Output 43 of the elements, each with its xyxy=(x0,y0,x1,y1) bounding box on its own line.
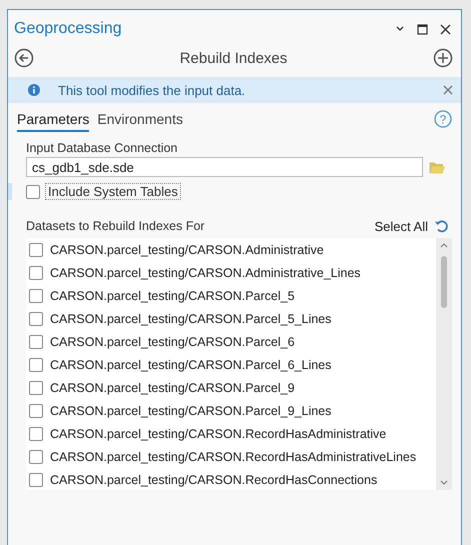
scroll-up-icon[interactable] xyxy=(440,242,448,248)
dataset-label[interactable]: CARSON.parcel_testing/CARSON.Parcel_6 xyxy=(50,334,295,348)
database-connection-field[interactable]: cs_gdb1_sde.sde xyxy=(26,157,423,177)
dataset-label[interactable]: CARSON.parcel_testing/CARSON.Parcel_5 xyxy=(50,288,295,302)
checkbox[interactable] xyxy=(29,334,43,348)
checkbox[interactable] xyxy=(29,426,43,440)
dataset-label[interactable]: CARSON.parcel_testing/CARSON.Parcel_9 xyxy=(50,380,295,394)
back-icon[interactable] xyxy=(14,48,34,68)
dataset-label[interactable]: CARSON.parcel_testing/CARSON.RecordHasAdministrativeLines xyxy=(50,450,416,464)
dataset-label[interactable]: CARSON.parcel_testing/CARSON.Parcel_5_Lines xyxy=(50,312,332,326)
scrollbar[interactable] xyxy=(436,238,452,490)
dataset-label[interactable]: CARSON.parcel_testing/CARSON.Parcel_9_Lines xyxy=(50,404,332,418)
checkbox[interactable] xyxy=(29,450,43,464)
window-title: Geoprocessing xyxy=(14,20,122,38)
scroll-down-icon[interactable] xyxy=(440,480,448,486)
dataset-label[interactable]: CARSON.parcel_testing/CARSON.Administrative xyxy=(50,242,324,256)
checkbox[interactable] xyxy=(29,266,43,280)
checkbox[interactable] xyxy=(29,358,43,372)
dataset-label[interactable]: CARSON.parcel_testing/CARSON.RecordHasConnections xyxy=(50,472,378,486)
tab[interactable]: Parameters xyxy=(17,111,90,132)
select-all-link[interactable]: Select All xyxy=(374,218,428,234)
checkbox[interactable] xyxy=(29,404,43,418)
info-icon xyxy=(28,84,40,96)
maximize-icon[interactable] xyxy=(417,24,428,34)
info-message: This tool modifies the input data. xyxy=(58,82,246,98)
add-icon[interactable] xyxy=(432,48,453,68)
checkbox[interactable] xyxy=(29,380,43,394)
checkbox[interactable] xyxy=(29,312,43,326)
dataset-label[interactable]: CARSON.parcel_testing/CARSON.RecordHasAdministrative xyxy=(50,426,386,440)
dataset-label[interactable]: CARSON.parcel_testing/CARSON.Administrative_Lines xyxy=(50,266,361,280)
tab[interactable]: Environments xyxy=(97,111,183,132)
checkbox[interactable] xyxy=(29,288,43,302)
refresh-icon[interactable] xyxy=(434,218,450,234)
checkbox[interactable] xyxy=(29,242,43,256)
checkbox[interactable] xyxy=(26,184,40,198)
list-label: Datasets to Rebuild Indexes For xyxy=(26,219,205,233)
checkbox[interactable] xyxy=(29,472,43,486)
dataset-label[interactable]: CARSON.parcel_testing/CARSON.Parcel_6_Lines xyxy=(50,358,332,372)
chevron-down-icon[interactable] xyxy=(395,25,405,33)
field-label: Input Database Connection xyxy=(26,141,178,155)
tool-title: Rebuild Indexes xyxy=(180,50,288,66)
close-icon[interactable] xyxy=(440,24,451,34)
checkbox-label[interactable]: Include System Tables xyxy=(45,183,181,200)
